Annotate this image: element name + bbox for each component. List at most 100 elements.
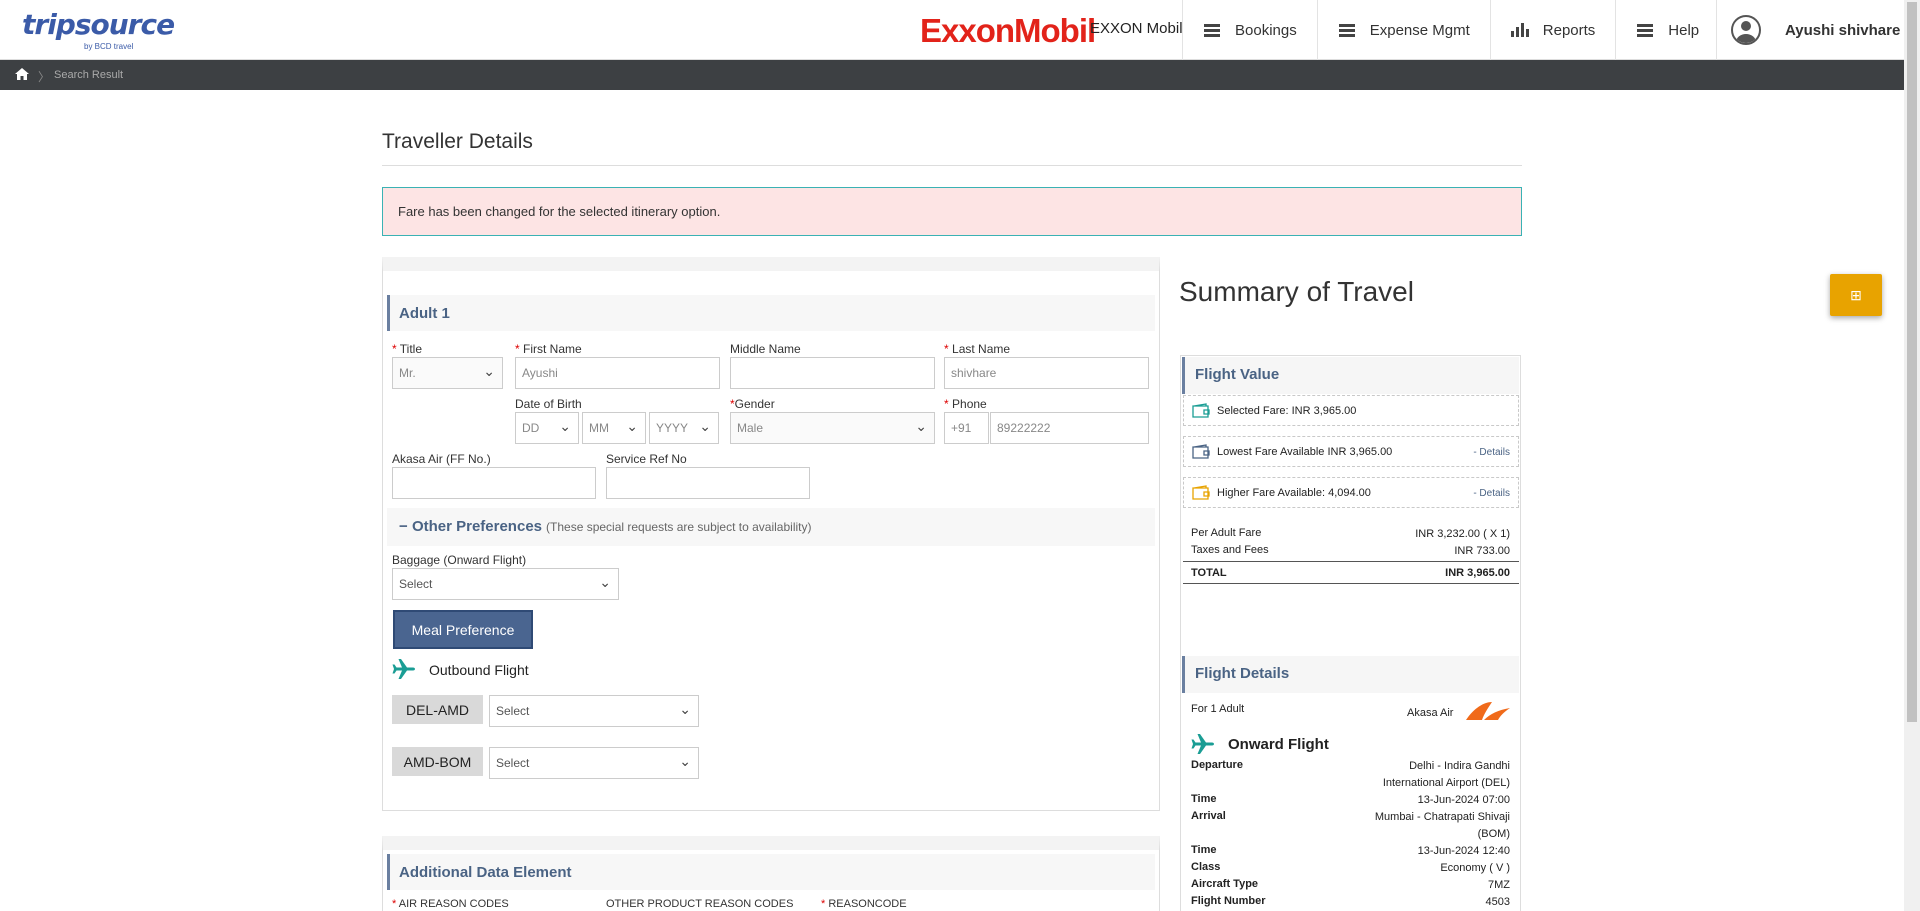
ff-number-field[interactable]	[392, 467, 596, 499]
total-bottom-divider	[1183, 583, 1519, 584]
last-name-field[interactable]: shivhare	[944, 357, 1149, 389]
preferences-title: Other Preferences	[411, 518, 543, 535]
flight-number-label: Flight Number	[1191, 895, 1266, 907]
nav-reports[interactable]: Reports	[1489, 0, 1616, 60]
phone-label: * Phone	[944, 397, 987, 411]
plane-icon	[392, 659, 415, 679]
outbound-flight-label: Outbound Flight	[429, 662, 529, 678]
gender-label: *Gender	[730, 397, 775, 411]
nav-expense-mgmt[interactable]: Expense Mgmt	[1316, 0, 1490, 60]
total-value: INR 3,965.00	[1445, 567, 1510, 579]
flight-value-heading: Flight Value	[1182, 357, 1519, 394]
collapse-icon[interactable]: −	[399, 518, 408, 535]
airline-name: Akasa Air	[1407, 707, 1454, 719]
baggage-label: Baggage (Onward Flight)	[392, 553, 527, 567]
grid-icon: ⊞	[1850, 286, 1862, 303]
logo-text: tripsource	[22, 8, 175, 41]
other-preferences-heading[interactable]: − Other Preferences (These special reques…	[387, 508, 1155, 546]
per-adult-fare-label: Per Adult Fare	[1191, 527, 1262, 539]
higher-fare-details-link[interactable]: - Details	[1473, 488, 1510, 499]
akasa-air-logo	[1466, 702, 1510, 720]
aircraft-type-label: Aircraft Type	[1191, 878, 1259, 890]
title-label: * Title	[392, 342, 423, 356]
class-value: Economy ( V )	[1440, 862, 1510, 874]
arrival-label: Arrival	[1191, 810, 1226, 822]
plane-icon	[1191, 734, 1214, 754]
bar-chart-icon	[1510, 23, 1529, 37]
wallet-icon	[1192, 485, 1210, 500]
fare-change-alert: Fare has been changed for the selected i…	[382, 187, 1522, 236]
phone-country-code[interactable]: +91	[944, 412, 989, 444]
higher-fare-text: Higher Fare Available: 4,094.00	[1217, 487, 1371, 499]
adult-section-heading: Adult 1	[387, 295, 1155, 331]
menu-icon	[1636, 23, 1654, 37]
company-name: EXXON Mobil	[1090, 20, 1183, 37]
breadcrumb-separator: 〉	[38, 70, 51, 84]
menu-icon	[1203, 23, 1221, 37]
menu-icon	[1338, 23, 1356, 37]
service-ref-label: Service Ref No	[606, 452, 687, 466]
onward-flight-title: Onward Flight	[1228, 736, 1329, 753]
page-scrollbar[interactable]	[1904, 0, 1920, 911]
flight-details-heading: Flight Details	[1182, 656, 1519, 693]
nav-help[interactable]: Help	[1615, 0, 1719, 60]
dob-month-select[interactable]: MM	[582, 412, 646, 444]
meal-select-amd-bom[interactable]: Select	[489, 747, 699, 779]
first-name-label: * First Name	[515, 342, 582, 356]
wallet-icon	[1192, 444, 1210, 459]
additional-data-heading: Additional Data Element	[387, 854, 1155, 890]
nav-label: Expense Mgmt	[1369, 21, 1470, 39]
summary-title: Summary of Travel	[1179, 276, 1414, 307]
tripsource-logo[interactable]: tripsource by BCD travel	[22, 8, 175, 51]
baggage-select[interactable]: Select	[392, 568, 619, 600]
for-adults-text: For 1 Adult	[1191, 703, 1245, 715]
meal-select-del-amd[interactable]: Select	[489, 695, 699, 727]
dob-day-select[interactable]: DD	[515, 412, 579, 444]
home-icon[interactable]	[15, 68, 29, 80]
middle-name-field[interactable]	[730, 357, 935, 389]
gender-select[interactable]: Male	[730, 412, 935, 444]
phone-field[interactable]: 89222222	[990, 412, 1149, 444]
per-adult-fare-value: INR 3,232.00 ( X 1)	[1415, 528, 1510, 540]
lowest-fare-value: INR 3,965.00	[1327, 446, 1393, 458]
title-select[interactable]: Mr.	[392, 357, 503, 389]
nav-bookings[interactable]: Bookings	[1182, 0, 1317, 60]
selected-fare-row: Selected Fare: INR 3,965.00	[1183, 395, 1519, 426]
additional-data-form: Additional Data Element * AIR REASON COD…	[382, 836, 1160, 911]
aircraft-type-value: 7MZ	[1488, 879, 1510, 891]
departure-time-value: 13-Jun-2024 07:00	[1417, 794, 1510, 806]
arrival-time-value: 13-Jun-2024 12:40	[1417, 845, 1510, 857]
higher-fare-row: Higher Fare Available: 4,094.00 - Detail…	[1183, 477, 1519, 508]
wallet-icon	[1192, 403, 1210, 418]
dob-year-select[interactable]: YYYY	[649, 412, 719, 444]
user-name: Ayushi shivhare	[1785, 21, 1901, 39]
meal-preference-button[interactable]: Meal Preference	[393, 610, 533, 649]
service-ref-field[interactable]	[606, 467, 810, 499]
class-label: Class	[1191, 861, 1221, 873]
lowest-fare-row: Lowest Fare Available INR 3,965.00 - Det…	[1183, 436, 1519, 467]
nav-label: Help	[1668, 21, 1700, 39]
company-logo: ExxonMobil	[920, 12, 1096, 49]
top-navbar: tripsource by BCD travel ExxonMobil EXXO…	[0, 0, 1904, 60]
reasoncode-label: * REASONCODE	[821, 898, 907, 910]
air-reason-codes-label: * AIR REASON CODES	[392, 898, 509, 910]
arrival-time-label: Time	[1191, 844, 1217, 856]
first-name-field[interactable]: Ayushi	[515, 357, 720, 389]
lowest-fare-details-link[interactable]: - Details	[1473, 447, 1510, 458]
selected-fare-text: Selected Fare: INR 3,965.00	[1217, 405, 1357, 417]
user-menu[interactable]: Ayushi shivhare	[1716, 0, 1900, 60]
flight-number-value: 4503	[1485, 896, 1510, 908]
floating-action-button[interactable]: ⊞	[1830, 274, 1882, 316]
breadcrumb: 〉 Search Result	[0, 60, 1904, 90]
last-name-label: * Last Name	[944, 342, 1011, 356]
taxes-label: Taxes and Fees	[1191, 544, 1269, 556]
scrollbar-thumb[interactable]	[1907, 2, 1917, 722]
ff-number-label: Akasa Air (FF No.)	[392, 452, 491, 466]
segment-tag-amd-bom: AMD-BOM	[392, 747, 483, 776]
middle-name-label: Middle Name	[730, 342, 801, 356]
departure-time-label: Time	[1191, 793, 1217, 805]
departure-airport-line2: International Airport (DEL)	[1382, 777, 1510, 789]
breadcrumb-current[interactable]: Search Result	[54, 69, 123, 81]
nav-label: Reports	[1542, 21, 1596, 39]
title-divider	[382, 165, 1522, 166]
